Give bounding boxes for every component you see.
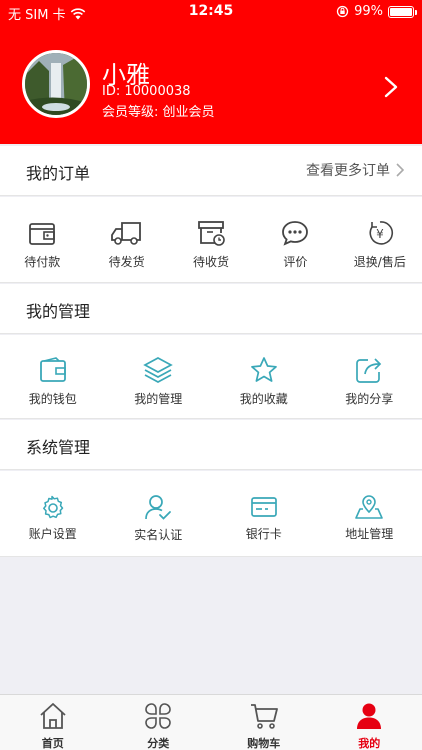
management-item-label: 我的收藏 bbox=[239, 392, 288, 406]
orders-grid: 待付款 待发货 待收货 评价 ¥ 退换/售后 bbox=[0, 197, 422, 283]
order-item-label: 退换/售后 bbox=[353, 255, 406, 269]
management-grid: 我的钱包 我的管理 我的收藏 我的分享 bbox=[0, 335, 422, 419]
order-item-label: 待收货 bbox=[193, 255, 230, 269]
tab-cart[interactable]: 购物车 bbox=[211, 695, 317, 750]
order-pending-receipt[interactable]: 待收货 bbox=[169, 197, 253, 282]
avatar-waterfall-photo bbox=[25, 53, 87, 115]
my-share[interactable]: 我的分享 bbox=[317, 335, 422, 418]
system-item-label: 账户设置 bbox=[28, 527, 77, 541]
address-management[interactable]: 地址管理 bbox=[317, 471, 422, 556]
tab-category[interactable]: 分类 bbox=[106, 695, 212, 750]
tab-home[interactable]: 首页 bbox=[0, 695, 106, 750]
member-level: 会员等级: 创业会员 bbox=[102, 105, 215, 120]
bank-card-icon bbox=[250, 497, 277, 517]
system-header: 系统管理 bbox=[0, 420, 422, 470]
section-title-management: 我的管理 bbox=[26, 302, 91, 321]
gear-icon bbox=[42, 495, 63, 519]
section-title-system: 系统管理 bbox=[26, 438, 91, 457]
section-title-orders: 我的订单 bbox=[26, 164, 91, 183]
order-return-aftersale[interactable]: ¥ 退换/售后 bbox=[338, 197, 422, 282]
rotation-lock-icon bbox=[336, 5, 349, 18]
location-pin-icon bbox=[355, 495, 384, 519]
chevron-right-icon bbox=[396, 163, 404, 177]
my-favorites[interactable]: 我的收藏 bbox=[211, 335, 317, 418]
battery-level-fill bbox=[390, 7, 412, 16]
wallet-icon bbox=[39, 357, 66, 382]
tab-label: 分类 bbox=[147, 737, 170, 750]
profile-id: ID: 10000038 bbox=[102, 84, 191, 99]
avatar[interactable] bbox=[22, 50, 90, 118]
battery-percent: 99% bbox=[354, 4, 383, 19]
chevron-right-icon[interactable] bbox=[384, 76, 398, 98]
bank-card[interactable]: 银行卡 bbox=[211, 471, 317, 556]
view-more-orders-link[interactable]: 查看更多订单 bbox=[306, 160, 404, 180]
real-name-verification[interactable]: 实名认证 bbox=[106, 471, 212, 556]
orders-header: 我的订单 查看更多订单 bbox=[0, 146, 422, 196]
management-header: 我的管理 bbox=[0, 284, 422, 334]
cart-icon bbox=[250, 704, 278, 729]
system-item-label: 银行卡 bbox=[245, 527, 282, 541]
tab-label: 首页 bbox=[41, 737, 64, 750]
status-bar: 无 SIM 卡 12:45 99% bbox=[0, 0, 422, 24]
order-item-label: 评价 bbox=[283, 255, 308, 269]
person-icon bbox=[357, 703, 382, 729]
truck-icon bbox=[110, 222, 141, 245]
star-icon bbox=[250, 357, 277, 382]
my-management[interactable]: 我的管理 bbox=[106, 335, 212, 418]
battery-icon bbox=[388, 5, 417, 18]
tab-mine[interactable]: 我的 bbox=[317, 695, 422, 750]
view-more-orders-label: 查看更多订单 bbox=[306, 163, 390, 179]
chat-bubble-icon bbox=[282, 221, 309, 246]
order-review[interactable]: 评价 bbox=[253, 197, 337, 282]
home-icon bbox=[40, 703, 66, 729]
system-grid: 账户设置 实名认证 银行卡 地址管理 bbox=[0, 471, 422, 557]
order-pending-shipment[interactable]: 待发货 bbox=[84, 197, 168, 282]
order-item-label: 待发货 bbox=[108, 255, 145, 269]
wallet-icon bbox=[29, 223, 56, 245]
management-item-label: 我的钱包 bbox=[28, 392, 77, 406]
profile-header: 无 SIM 卡 12:45 99% 小雅 ID: 10000038 会员等级: … bbox=[0, 0, 422, 144]
system-item-label: 地址管理 bbox=[345, 527, 394, 541]
layers-icon bbox=[143, 357, 174, 383]
order-pending-payment[interactable]: 待付款 bbox=[0, 197, 84, 282]
system-item-label: 实名认证 bbox=[134, 528, 183, 542]
yen-return-icon: ¥ bbox=[369, 221, 393, 245]
management-item-label: 我的分享 bbox=[345, 392, 394, 406]
tab-label: 我的 bbox=[358, 737, 381, 750]
share-icon bbox=[356, 358, 382, 383]
user-check-icon bbox=[145, 495, 172, 520]
tab-bar: 首页 分类 购物车 我的 bbox=[0, 694, 422, 750]
management-item-label: 我的管理 bbox=[134, 392, 183, 406]
tab-label: 购物车 bbox=[247, 737, 281, 750]
my-wallet[interactable]: 我的钱包 bbox=[0, 335, 106, 418]
account-settings[interactable]: 账户设置 bbox=[0, 471, 106, 556]
box-clock-icon bbox=[198, 221, 225, 246]
svg-text:¥: ¥ bbox=[376, 227, 384, 241]
grid-icon bbox=[145, 703, 172, 729]
order-item-label: 待付款 bbox=[24, 255, 61, 269]
status-right: 99% bbox=[336, 4, 417, 19]
